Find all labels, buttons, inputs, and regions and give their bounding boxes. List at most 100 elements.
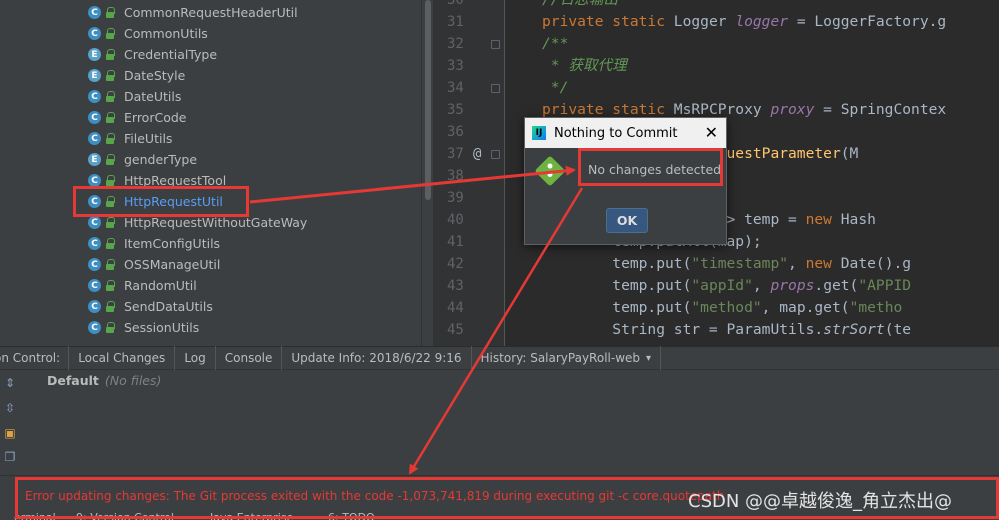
code-line[interactable]: */ bbox=[542, 77, 569, 99]
code-token: new bbox=[805, 211, 841, 228]
changelist-name: Default bbox=[47, 373, 99, 388]
access-icon bbox=[105, 259, 115, 270]
access-icon bbox=[105, 322, 115, 333]
code-token: Date().g bbox=[840, 255, 912, 272]
class-icon: C bbox=[88, 300, 101, 313]
tree-item-label: FileUtils bbox=[124, 131, 173, 146]
tree-item[interactable]: C ErrorCode bbox=[88, 107, 186, 128]
version-control-title: on Control: bbox=[0, 346, 70, 370]
code-line[interactable]: String str = ParamUtils.strSort(te bbox=[542, 319, 911, 341]
access-icon bbox=[105, 7, 115, 18]
tab-console[interactable]: Console bbox=[216, 346, 283, 370]
enum-icon: E bbox=[88, 69, 101, 82]
tree-item-label: DateUtils bbox=[124, 89, 182, 104]
tree-item[interactable]: E CredentialType bbox=[88, 44, 217, 65]
tree-item[interactable]: C SessionUtils bbox=[88, 317, 199, 338]
tree-item-label: ErrorCode bbox=[124, 110, 187, 125]
tab-local-changes[interactable]: Local Changes bbox=[69, 346, 176, 370]
expand-all-icon[interactable]: ⇕ bbox=[3, 376, 17, 390]
access-icon bbox=[105, 91, 115, 102]
tree-item[interactable]: C ItemConfigUtils bbox=[88, 233, 220, 254]
code-token: String str = ParamUtils. bbox=[542, 321, 824, 338]
local-changes-panel[interactable]: Default (No files) bbox=[20, 370, 999, 475]
dialog-titlebar[interactable]: IJ Nothing to Commit ✕ bbox=[525, 118, 726, 148]
code-line[interactable]: temp.put("timestamp", new Date().g bbox=[542, 253, 911, 275]
tree-scrollbar-thumb[interactable] bbox=[425, 0, 431, 200]
collapse-all-icon[interactable]: ⇳ bbox=[3, 401, 17, 415]
code-token: private static bbox=[542, 101, 674, 118]
line-number: 40 bbox=[447, 212, 464, 228]
tree-item-label: OSSManageUtil bbox=[124, 257, 221, 272]
line-number: 43 bbox=[447, 278, 464, 294]
line-number: 41 bbox=[447, 234, 464, 250]
tree-item[interactable]: C CommonRequestHeaderUtil bbox=[88, 2, 298, 23]
line-number: 45 bbox=[447, 322, 464, 338]
tree-item[interactable]: C FileUtils bbox=[88, 128, 172, 149]
class-icon: C bbox=[88, 6, 101, 19]
tree-item-label: CredentialType bbox=[124, 47, 218, 62]
override-marker-icon[interactable]: @ bbox=[473, 143, 481, 165]
tab-update-info[interactable]: Update Info: 2018/6/22 9:16 bbox=[282, 346, 472, 370]
code-token: //日志输出 bbox=[542, 0, 618, 8]
tab-log[interactable]: Log bbox=[175, 346, 216, 370]
code-token: , bbox=[752, 277, 771, 294]
code-line[interactable]: * 获取代理 bbox=[542, 55, 627, 77]
tree-scrollbar[interactable] bbox=[421, 0, 433, 346]
access-icon bbox=[105, 154, 115, 165]
tree-item[interactable]: E DateStyle bbox=[88, 65, 185, 86]
code-token: /** bbox=[542, 35, 569, 52]
dialog-title: Nothing to Commit bbox=[554, 125, 678, 141]
tab-history[interactable]: History: SalaryPayRoll-web bbox=[472, 346, 662, 370]
version-control-tabbar: on Control: Local Changes Log Console Up… bbox=[0, 346, 999, 370]
code-token: * 获取代理 bbox=[542, 57, 627, 74]
code-token: , bbox=[788, 255, 806, 272]
access-icon bbox=[105, 238, 115, 249]
line-number: 30 bbox=[447, 0, 464, 8]
code-token: */ bbox=[542, 79, 569, 96]
tree-item[interactable]: EgenderType bbox=[88, 149, 197, 170]
fold-icon[interactable] bbox=[491, 150, 500, 159]
group-by-icon[interactable]: ▣ bbox=[3, 426, 17, 440]
fold-icon[interactable] bbox=[491, 40, 500, 49]
project-tree[interactable]: C CommonRequestHeaderUtil C CommonUtils E Cre… bbox=[0, 0, 421, 346]
class-icon: C bbox=[88, 321, 101, 334]
copy-icon[interactable]: ❐ bbox=[3, 450, 17, 464]
tree-item[interactable]: C SendDataUtils bbox=[88, 296, 213, 317]
access-icon bbox=[105, 217, 115, 228]
annotation-box-selected-class bbox=[73, 186, 249, 217]
tree-item[interactable]: C DateUtils bbox=[88, 86, 181, 107]
changelist-note: (No files) bbox=[104, 373, 162, 388]
code-line[interactable]: //日志输出 bbox=[542, 0, 618, 11]
access-icon bbox=[105, 112, 115, 123]
code-token: = LoggerFactory.g bbox=[788, 13, 947, 30]
tree-item[interactable]: C OSSManageUtil bbox=[88, 254, 220, 275]
code-token: (te bbox=[884, 321, 912, 338]
code-token: private static bbox=[542, 13, 674, 30]
fold-icon[interactable] bbox=[491, 84, 500, 93]
access-icon bbox=[105, 175, 115, 186]
version-control-toolbar: ⇕ ⇳ ▣ ❐ bbox=[0, 370, 20, 475]
tree-item-label: ItemConfigUtils bbox=[124, 236, 221, 251]
line-number: 32 bbox=[447, 36, 464, 52]
class-icon: C bbox=[88, 237, 101, 250]
tree-item-label: HttpRequestWithoutGateWay bbox=[124, 215, 308, 230]
code-line[interactable]: /** bbox=[542, 33, 568, 55]
code-token: "APPID bbox=[858, 277, 912, 294]
tree-item[interactable]: C RandomUtil bbox=[88, 275, 197, 296]
code-token: "timestamp" bbox=[691, 255, 789, 272]
close-icon[interactable]: ✕ bbox=[705, 123, 718, 142]
enum-icon: E bbox=[88, 153, 101, 166]
ok-button[interactable]: OK bbox=[606, 208, 648, 233]
tree-item[interactable]: C CommonUtils bbox=[88, 23, 208, 44]
editor-gutter: 30 31 32 33 34 35 36 37 38 39 40 41 42 43 44 45 @ bbox=[433, 0, 505, 346]
code-line[interactable]: temp.put("appId", props.get("APPID bbox=[542, 275, 911, 297]
tree-item-label: CommonRequestHeaderUtil bbox=[124, 5, 298, 20]
code-line[interactable]: private static Logger logger = LoggerFac… bbox=[542, 11, 946, 33]
enum-icon: E bbox=[88, 48, 101, 61]
code-line[interactable]: temp.put("method", map.get("metho bbox=[542, 297, 902, 319]
git-icon bbox=[534, 155, 566, 187]
changelist-default[interactable]: Default (No files) bbox=[47, 373, 161, 388]
code-token: MsRPCProxy bbox=[673, 101, 771, 118]
line-number: 42 bbox=[447, 256, 464, 272]
class-icon: C bbox=[88, 111, 101, 124]
